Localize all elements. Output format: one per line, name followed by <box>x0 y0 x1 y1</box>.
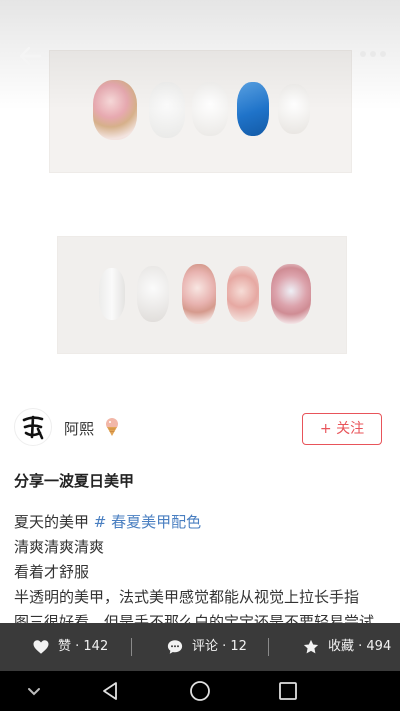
star-icon <box>303 639 319 654</box>
avatar[interactable] <box>14 408 52 446</box>
comment-icon <box>167 640 183 654</box>
back-triangle-icon[interactable] <box>98 679 122 703</box>
nail-photo-2 <box>57 236 347 354</box>
comment-button[interactable]: 评论 · 12 <box>166 623 256 671</box>
post-image[interactable] <box>0 0 400 392</box>
ice-cream-icon <box>102 417 122 437</box>
follow-button[interactable]: + 关注 <box>302 413 382 445</box>
collect-button[interactable]: 收藏 · 494 <box>302 623 392 671</box>
nail-marble-1 <box>182 264 216 324</box>
avatar-calligraphy-icon <box>22 415 44 440</box>
more-button[interactable] <box>356 44 390 64</box>
like-button[interactable]: 赞 · 142 <box>32 623 112 671</box>
heart-icon <box>33 640 49 654</box>
post-body: 夏天的美甲 # 春夏美甲配色 清爽清爽清爽 看着才舒服 半透明的美甲，法式美甲感… <box>14 510 390 635</box>
post-line-4: 半透明的美甲，法式美甲感觉都能从视觉上拉长手指 <box>14 588 360 606</box>
recents-square-icon[interactable] <box>276 679 300 703</box>
home-circle-icon[interactable] <box>188 679 212 703</box>
post-content: 分享一波夏日美甲 夏天的美甲 # 春夏美甲配色 清爽清爽清爽 看着才舒服 半透明… <box>14 470 390 635</box>
chevron-down-icon[interactable] <box>22 679 46 703</box>
post-line-2: 清爽清爽清爽 <box>14 538 105 556</box>
nail-marble-2 <box>227 266 259 322</box>
post-line-1: 夏天的美甲 # 春夏美甲配色 <box>14 513 202 531</box>
action-bar: 赞 · 142 评论 · 12 收藏 · 494 <box>0 623 400 671</box>
divider <box>131 638 132 656</box>
system-nav-bar <box>0 671 400 711</box>
top-overlay <box>0 0 400 110</box>
author-row: 阿熙 + 关注 <box>0 404 400 454</box>
post-line-3: 看着才舒服 <box>14 563 90 581</box>
post-title: 分享一波夏日美甲 <box>14 472 135 490</box>
nail-marble-3 <box>271 264 311 324</box>
arrow-left-icon <box>19 46 42 66</box>
nail-clear-2 <box>137 266 169 322</box>
author-name[interactable]: 阿熙 <box>64 418 94 439</box>
more-dots-icon <box>360 51 366 57</box>
divider <box>268 638 269 656</box>
nail-clear-1 <box>99 268 125 320</box>
hashtag-link[interactable]: # 春夏美甲配色 <box>94 513 201 531</box>
back-button[interactable] <box>12 38 48 74</box>
